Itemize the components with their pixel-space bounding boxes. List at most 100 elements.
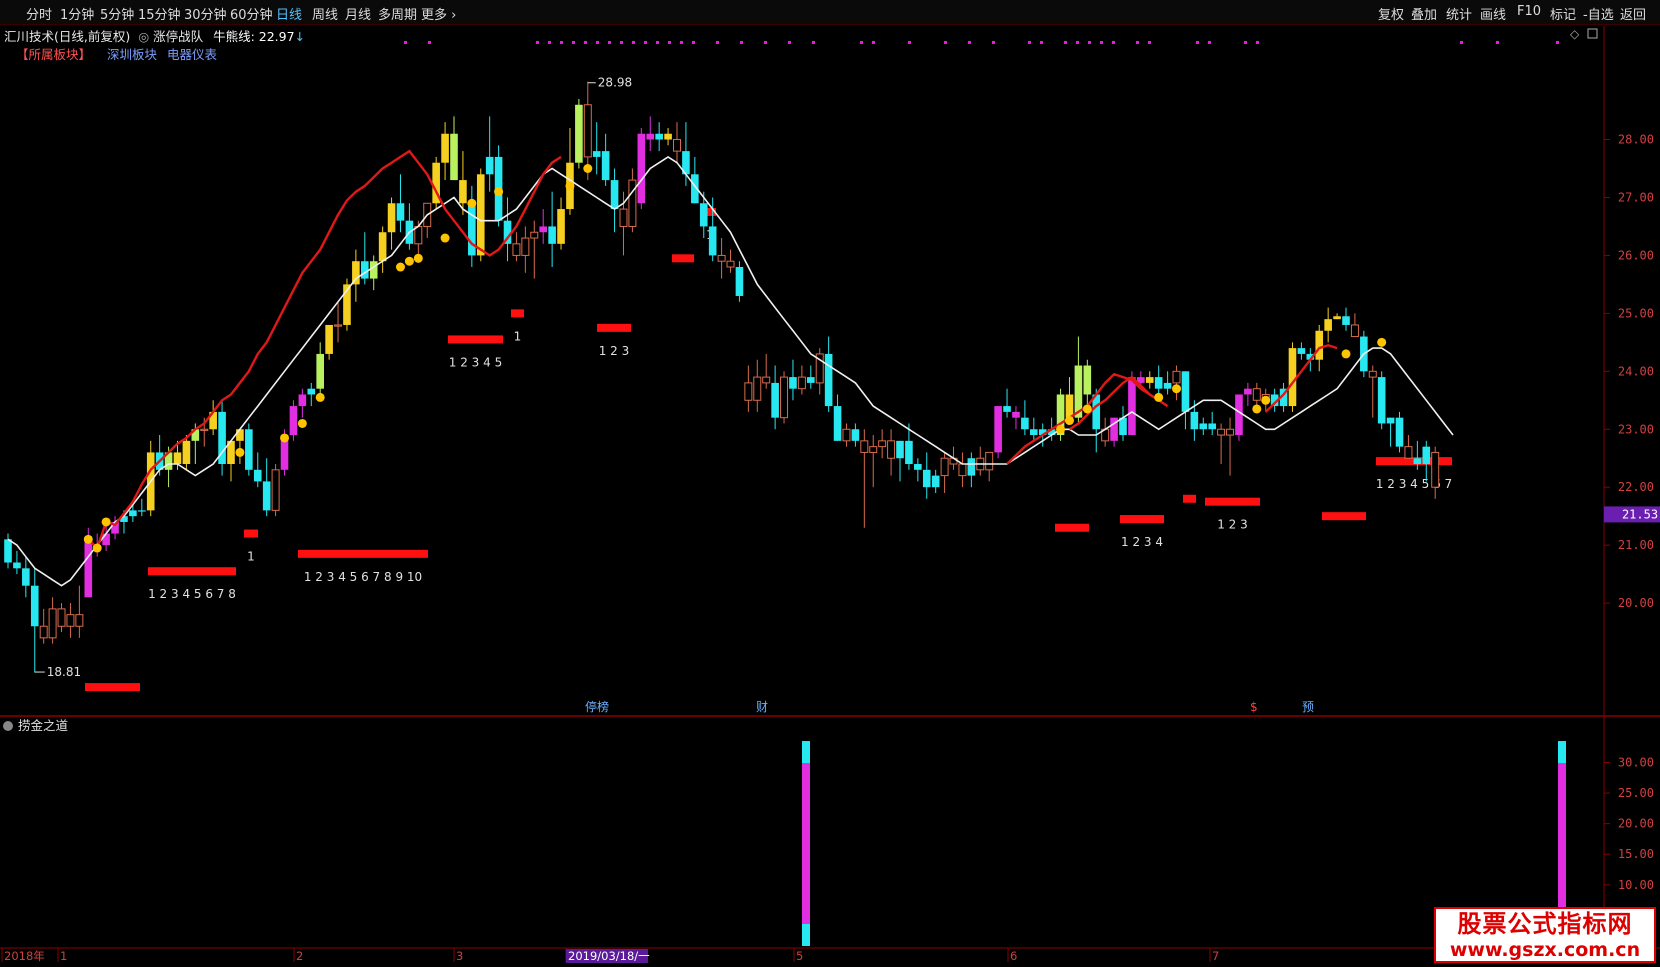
signal-bar bbox=[244, 529, 258, 538]
signal-dot bbox=[1064, 416, 1074, 426]
candle-body bbox=[735, 267, 744, 296]
top-marker bbox=[1256, 41, 1259, 44]
watermark: 股票公式指标网 www.gszx.com.cn bbox=[1434, 907, 1656, 963]
top-marker bbox=[428, 41, 431, 44]
candle-body bbox=[476, 174, 485, 256]
candle-body bbox=[673, 139, 681, 152]
candle-body bbox=[75, 614, 84, 627]
candle-body bbox=[1145, 377, 1154, 383]
candle-body bbox=[289, 406, 298, 436]
candle-body bbox=[699, 203, 708, 227]
candle-body bbox=[967, 458, 976, 476]
signal-dot bbox=[1056, 424, 1066, 434]
candle-body bbox=[1413, 458, 1422, 465]
candle-body bbox=[994, 406, 1002, 453]
top-marker bbox=[992, 41, 995, 44]
top-marker bbox=[764, 41, 767, 44]
signal-count-label: 1 2 3 bbox=[599, 344, 630, 358]
candle-body bbox=[1333, 316, 1341, 320]
signal-dot bbox=[83, 534, 93, 544]
price-chart: 28.00 27.00 26.00 25.00 24.00 23.00 22.00 21.00… bbox=[0, 26, 1660, 963]
candle-body bbox=[744, 382, 753, 401]
candle-body bbox=[22, 568, 30, 586]
candle-body bbox=[450, 133, 458, 181]
current-price-label: 21.53 bbox=[1622, 507, 1658, 521]
signal-bar bbox=[1183, 494, 1196, 503]
candle-body bbox=[245, 429, 253, 470]
candle-body bbox=[1324, 319, 1332, 331]
signal-dot bbox=[297, 418, 307, 428]
candle-body bbox=[1217, 428, 1226, 436]
top-marker bbox=[1076, 41, 1079, 44]
top-marker bbox=[1136, 41, 1139, 44]
sub-panel-title: 捞金之道 bbox=[18, 718, 69, 733]
candle-body bbox=[1297, 348, 1306, 354]
top-marker bbox=[572, 41, 575, 44]
top-marker bbox=[716, 41, 719, 44]
candle-body bbox=[1012, 411, 1020, 418]
candle-body bbox=[931, 475, 940, 488]
top-marker bbox=[1112, 41, 1115, 44]
x-tick-label: 5 bbox=[796, 949, 803, 963]
candle-body bbox=[48, 608, 57, 639]
y-tick-label: 20.00 bbox=[1618, 596, 1654, 610]
sub-panel-toggle-icon bbox=[3, 721, 13, 731]
candle-body bbox=[485, 156, 494, 175]
candle-body bbox=[1368, 370, 1377, 378]
top-marker bbox=[644, 41, 647, 44]
signal-dot bbox=[235, 447, 245, 457]
candle-body bbox=[414, 225, 423, 245]
x-tick-label: 7 bbox=[1212, 949, 1219, 963]
candle-body bbox=[896, 440, 904, 459]
signal-dot bbox=[395, 262, 405, 272]
sub-y-tick-label: 25.00 bbox=[1618, 786, 1654, 800]
signal-dot bbox=[1261, 395, 1271, 405]
candle-body bbox=[762, 376, 771, 384]
signal-count-label: 1 bbox=[514, 329, 522, 343]
event-label: $ bbox=[1250, 700, 1258, 714]
signal-dot bbox=[315, 392, 325, 402]
candle-body bbox=[610, 180, 619, 210]
top-marker bbox=[1028, 41, 1031, 44]
candle-body bbox=[13, 562, 21, 569]
candle-body bbox=[361, 261, 369, 279]
candle-body bbox=[557, 209, 565, 244]
top-marker bbox=[536, 41, 539, 44]
top-marker bbox=[860, 41, 863, 44]
top-marker bbox=[1100, 41, 1103, 44]
top-marker bbox=[692, 41, 695, 44]
x-tick-label: 2018年 bbox=[4, 949, 45, 963]
candle-body bbox=[1342, 316, 1350, 325]
candle-body bbox=[84, 539, 93, 598]
candle-body bbox=[922, 469, 931, 488]
candle-body bbox=[726, 260, 735, 268]
candle-body bbox=[1244, 388, 1252, 395]
candle-body bbox=[307, 388, 316, 395]
candle-body bbox=[102, 533, 110, 546]
sub-bar-cap bbox=[1558, 741, 1566, 764]
candle-body bbox=[708, 226, 717, 256]
candle-body bbox=[797, 376, 806, 390]
low-price-label: 18.81 bbox=[47, 665, 81, 679]
signal-bar bbox=[85, 683, 140, 692]
top-marker bbox=[1088, 41, 1091, 44]
candle-body bbox=[940, 457, 949, 477]
top-marker bbox=[944, 41, 947, 44]
signal-count-label: 1 2 3 4 5 6 7 bbox=[1376, 477, 1452, 491]
candle-body bbox=[236, 429, 244, 441]
candle-body bbox=[378, 232, 387, 262]
signal-dot bbox=[1341, 349, 1351, 359]
candle-body bbox=[316, 353, 324, 389]
candle-body bbox=[753, 376, 762, 401]
signal-dot bbox=[440, 233, 450, 243]
sub-bar-cap bbox=[802, 741, 810, 764]
signal-count-label: 1 2 3 4 bbox=[1121, 535, 1163, 549]
candle-body bbox=[1404, 446, 1413, 459]
top-marker bbox=[608, 41, 611, 44]
top-marker bbox=[656, 41, 659, 44]
signal-dot bbox=[92, 543, 102, 553]
candle-body bbox=[1235, 394, 1243, 436]
candle-body bbox=[512, 243, 521, 256]
top-marker bbox=[404, 41, 407, 44]
event-label: 财 bbox=[756, 700, 768, 714]
